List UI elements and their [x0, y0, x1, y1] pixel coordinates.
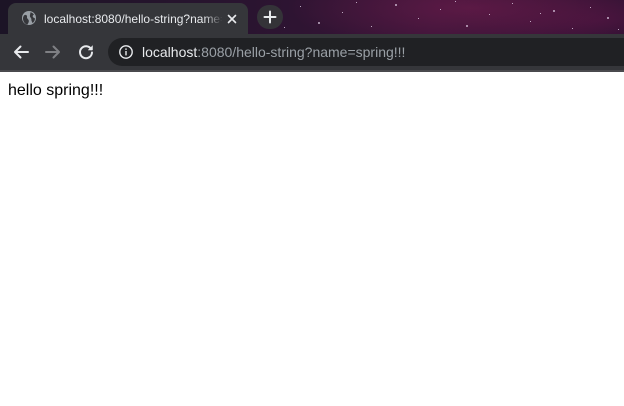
wallpaper-star — [342, 12, 343, 13]
plus-icon — [263, 10, 277, 24]
toolbar: localhost:8080/hello-string?name=spring!… — [0, 34, 624, 70]
wallpaper-star — [371, 26, 372, 27]
browser-window: localhost:8080/hello-string?name=spring!… — [0, 0, 624, 406]
address-url: localhost:8080/hello-string?name=spring!… — [142, 44, 405, 60]
wallpaper-star — [572, 28, 573, 29]
reload-button[interactable] — [76, 42, 96, 62]
arrow-left-icon — [12, 43, 30, 61]
wallpaper-star — [300, 6, 301, 7]
page-content: hello spring!!! — [0, 72, 624, 406]
wallpaper-star — [440, 9, 441, 10]
back-button[interactable] — [11, 42, 31, 62]
wallpaper-star — [607, 17, 609, 19]
tab-strip: localhost:8080/hello-string?name=spring!… — [0, 0, 624, 34]
wallpaper-star — [530, 21, 531, 22]
wallpaper-star — [590, 7, 591, 8]
wallpaper-star — [489, 14, 490, 15]
new-tab-button[interactable] — [257, 5, 283, 29]
wallpaper-star — [418, 18, 419, 19]
wallpaper-star — [284, 27, 285, 28]
page-body-text: hello spring!!! — [8, 82, 104, 99]
wallpaper-star — [618, 29, 619, 30]
reload-icon — [77, 43, 95, 61]
address-bar[interactable]: localhost:8080/hello-string?name=spring!… — [108, 38, 624, 66]
wallpaper-star — [466, 25, 468, 27]
url-host: localhost — [142, 44, 198, 60]
wallpaper-star — [318, 22, 320, 24]
wallpaper-star — [356, 2, 357, 3]
tab-active[interactable]: localhost:8080/hello-string?name=spring!… — [8, 3, 248, 34]
arrow-right-icon — [44, 43, 62, 61]
close-icon[interactable] — [224, 11, 240, 27]
wallpaper-star — [553, 10, 555, 12]
forward-button[interactable] — [43, 42, 63, 62]
globe-icon — [21, 10, 37, 26]
tab-title: localhost:8080/hello-string?name=spring!… — [44, 12, 222, 26]
wallpaper-star — [455, 1, 456, 2]
wallpaper-star — [395, 4, 397, 6]
wallpaper-star — [512, 3, 513, 4]
wallpaper-star — [540, 13, 541, 14]
tab-title-fade — [204, 9, 226, 29]
info-icon[interactable] — [118, 44, 134, 60]
url-path: :8080/hello-string?name=spring!!! — [197, 44, 406, 60]
